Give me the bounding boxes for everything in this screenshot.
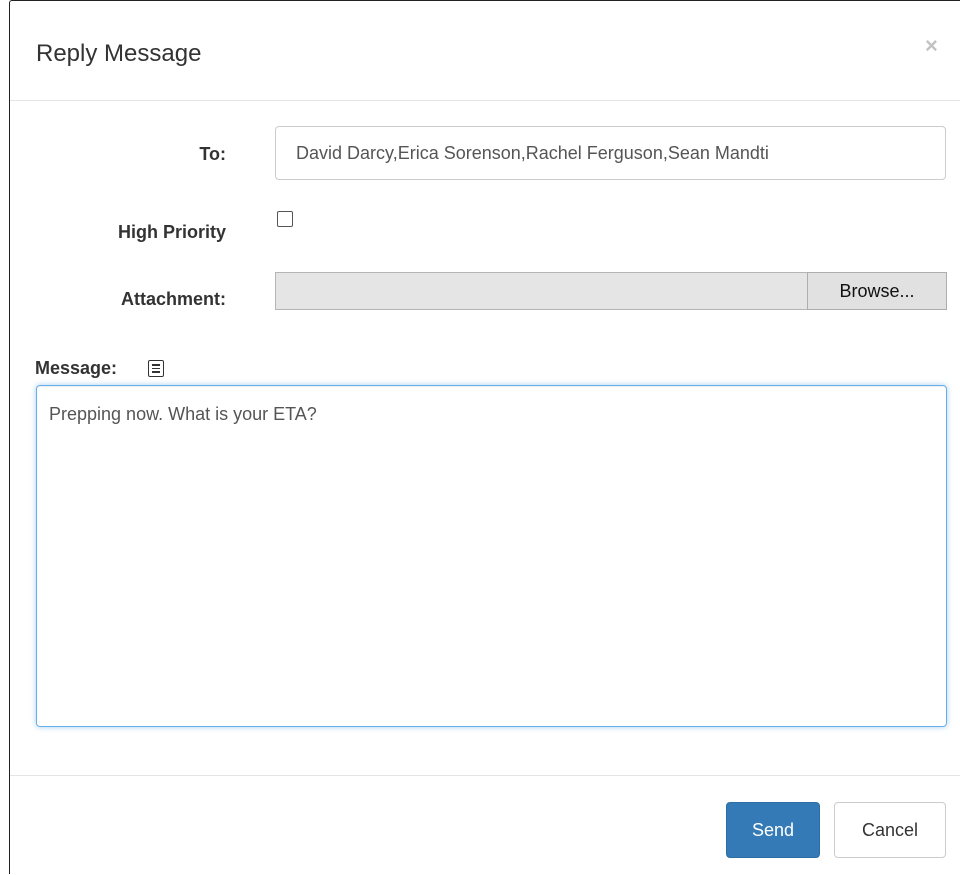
browse-button[interactable]: Browse... xyxy=(807,272,947,310)
to-field[interactable]: David Darcy,Erica Sorenson,Rachel Fergus… xyxy=(275,126,946,180)
high-priority-checkbox[interactable] xyxy=(277,211,293,227)
dialog-title: Reply Message xyxy=(36,40,202,67)
cancel-button[interactable]: Cancel xyxy=(834,802,946,858)
message-label: Message: xyxy=(35,358,118,378)
message-textarea[interactable]: Prepping now. What is your ETA? xyxy=(36,385,947,727)
attachment-file-field[interactable] xyxy=(275,272,807,310)
high-priority-label: High Priority xyxy=(117,222,226,242)
notes-icon[interactable] xyxy=(148,360,164,377)
to-label: To: xyxy=(199,144,226,164)
dialog-header: Reply Message × xyxy=(10,1,960,101)
dialog-footer: Send Cancel xyxy=(10,775,960,875)
close-icon[interactable]: × xyxy=(925,34,938,58)
attachment-label: Attachment: xyxy=(120,289,226,309)
send-button[interactable]: Send xyxy=(726,802,820,858)
reply-message-dialog: Reply Message × To: David Darcy,Erica So… xyxy=(9,0,960,874)
